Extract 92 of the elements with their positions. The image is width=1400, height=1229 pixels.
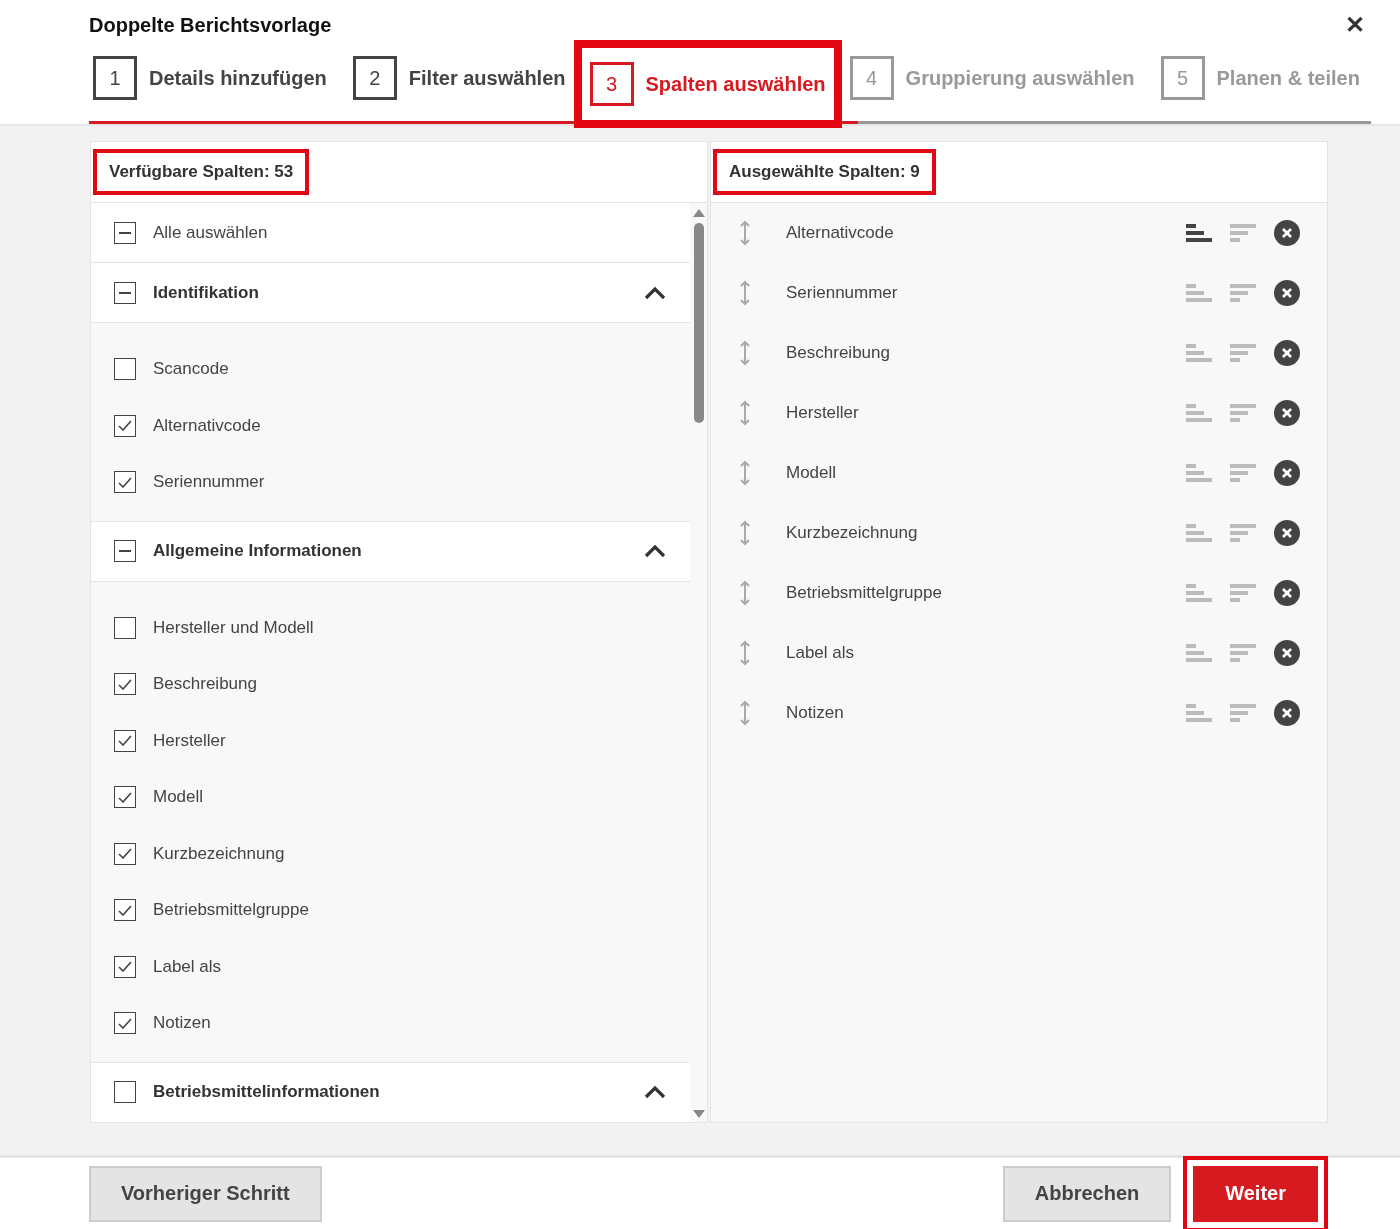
checkmark-icon (118, 961, 132, 973)
selected-column-row[interactable]: Kurzbezeichnung (711, 503, 1327, 563)
chevron-icon[interactable] (644, 285, 666, 300)
minus-icon (119, 550, 131, 552)
selected-column-row[interactable]: Hersteller (711, 383, 1327, 443)
checkbox[interactable] (114, 673, 136, 696)
sort-ascending-icon[interactable] (1186, 222, 1212, 244)
sort-descending-icon[interactable] (1230, 282, 1256, 304)
checkmark-icon (118, 848, 132, 860)
remove-icon[interactable] (1274, 220, 1300, 246)
select-all-row[interactable]: Alle auswählen (91, 203, 690, 263)
group-header[interactable]: Identifikation (91, 263, 690, 323)
drag-handle-icon[interactable] (740, 400, 750, 426)
cancel-button[interactable]: Abbrechen (1002, 1165, 1172, 1222)
drag-handle-icon[interactable] (740, 460, 750, 486)
checkbox[interactable] (114, 1012, 136, 1035)
remove-icon[interactable] (1274, 340, 1300, 366)
drag-handle-icon[interactable] (740, 220, 750, 246)
checkbox[interactable] (114, 616, 136, 639)
sort-descending-icon[interactable] (1230, 402, 1256, 424)
drag-handle-icon[interactable] (740, 280, 750, 306)
checkbox[interactable] (114, 414, 136, 437)
sort-descending-icon[interactable] (1230, 342, 1256, 364)
checkbox[interactable] (114, 540, 136, 562)
checkbox[interactable] (114, 281, 136, 304)
remove-icon[interactable] (1274, 520, 1300, 546)
selected-column-row[interactable]: Alternativcode (711, 203, 1327, 263)
selected-column-row[interactable]: Notizen (711, 683, 1327, 743)
column-option[interactable]: Hersteller (91, 712, 690, 769)
column-option[interactable]: Alternativcode (91, 397, 690, 454)
sort-descending-icon[interactable] (1230, 222, 1256, 244)
chevron-icon[interactable] (644, 544, 666, 558)
remove-icon[interactable] (1274, 580, 1300, 606)
drag-handle-icon[interactable] (740, 580, 750, 606)
column-option[interactable]: Label als (91, 938, 690, 995)
group-header[interactable]: Betriebsmittelinformationen (91, 1062, 690, 1122)
checkmark-icon (118, 735, 132, 747)
remove-icon[interactable] (1274, 700, 1300, 726)
checkmark-icon (118, 420, 132, 432)
next-button[interactable]: Weiter (1193, 1165, 1318, 1222)
column-option[interactable]: Scancode (91, 341, 690, 398)
drag-handle-icon[interactable] (740, 520, 750, 546)
column-option[interactable]: Modell (91, 769, 690, 826)
checkmark-icon (118, 678, 132, 690)
selected-column-row[interactable]: Betriebsmittelgruppe (711, 563, 1327, 623)
column-option[interactable]: Kurzbezeichnung (91, 825, 690, 882)
column-option[interactable]: Seriennummer (91, 454, 690, 511)
minus-icon (119, 231, 131, 234)
checkmark-icon (118, 1017, 132, 1029)
sort-descending-icon[interactable] (1230, 582, 1256, 604)
remove-icon[interactable] (1274, 460, 1300, 486)
checkbox[interactable] (114, 786, 136, 809)
previous-step-button[interactable]: Vorheriger Schritt (89, 1165, 322, 1222)
checkbox[interactable] (114, 955, 136, 978)
drag-handle-icon[interactable] (740, 340, 750, 366)
checkbox[interactable] (114, 358, 136, 381)
sort-descending-icon[interactable] (1230, 522, 1256, 544)
checkmark-icon (118, 904, 132, 916)
chevron-icon[interactable] (644, 1085, 666, 1099)
sort-descending-icon[interactable] (1230, 462, 1256, 484)
checkbox[interactable] (114, 221, 136, 244)
scrollbar-thumb[interactable] (693, 223, 704, 423)
checkbox[interactable] (114, 899, 136, 922)
checkmark-icon (118, 791, 132, 803)
drag-handle-icon[interactable] (740, 700, 750, 726)
column-option[interactable]: Betriebsmittelgruppe (91, 882, 690, 939)
sort-descending-icon[interactable] (1230, 642, 1256, 664)
column-option[interactable]: Hersteller und Modell (91, 599, 690, 656)
drag-handle-icon[interactable] (740, 640, 750, 666)
minus-icon (119, 291, 131, 294)
checkbox[interactable] (114, 729, 136, 752)
group-header[interactable]: Allgemeine Informationen (91, 521, 690, 582)
selected-column-row[interactable]: Beschreibung (711, 323, 1327, 383)
remove-icon[interactable] (1274, 640, 1300, 666)
checkbox[interactable] (114, 1081, 136, 1103)
remove-icon[interactable] (1274, 400, 1300, 426)
checkmark-icon (118, 476, 132, 488)
scroll-down-arrow-icon[interactable] (692, 1110, 705, 1118)
dialog-title: Doppelte Berichtsvorlage (89, 13, 332, 37)
selected-column-row[interactable]: Seriennummer (711, 263, 1327, 323)
checkbox[interactable] (114, 842, 136, 865)
selected-column-row[interactable]: Label als (711, 623, 1327, 683)
remove-icon[interactable] (1274, 280, 1300, 306)
sort-descending-icon[interactable] (1230, 702, 1256, 724)
column-option[interactable]: Notizen (91, 995, 690, 1052)
close-button[interactable]: ✕ (1339, 11, 1371, 39)
column-option[interactable]: Beschreibung (91, 656, 690, 713)
checkbox[interactable] (114, 471, 136, 494)
wizard-step[interactable]: 2 Filter auswählen (348, 49, 570, 107)
selected-column-row[interactable]: Modell (711, 443, 1327, 503)
scroll-up-arrow-icon[interactable] (692, 209, 705, 217)
wizard-step[interactable]: 1 Details hinzufügen (89, 49, 331, 107)
